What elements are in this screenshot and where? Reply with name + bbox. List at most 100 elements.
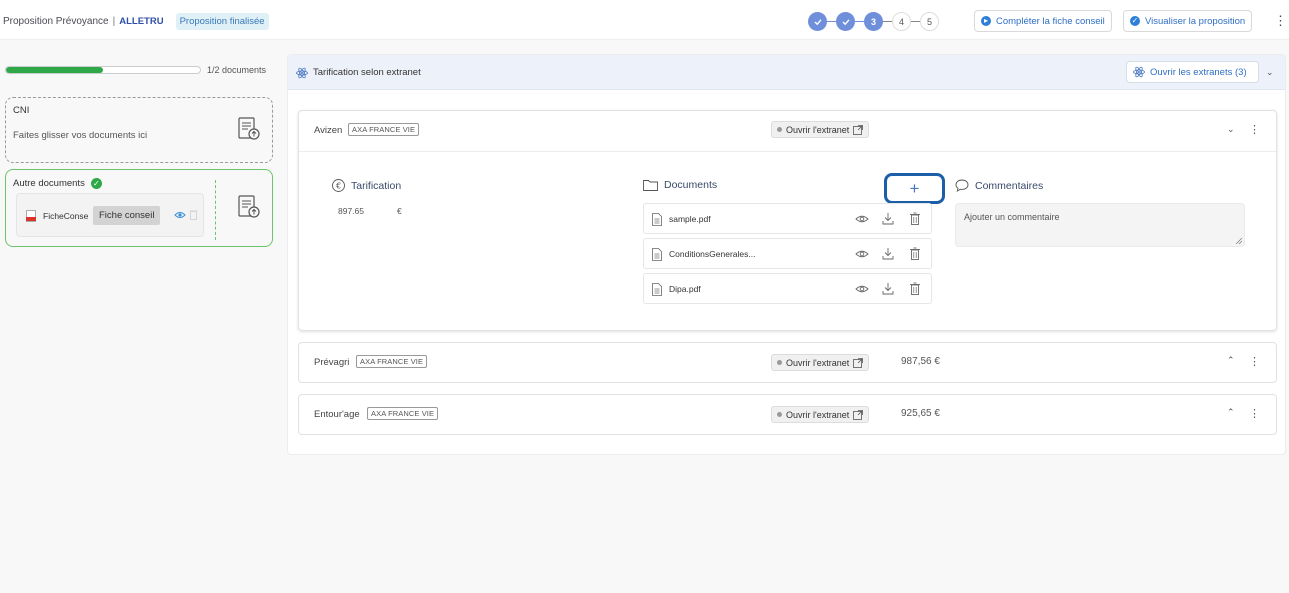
documents-progress: 1/2 documents <box>5 65 266 75</box>
external-link-icon <box>853 409 864 420</box>
open-extranet-label: Ouvrir l'extranet <box>786 357 850 368</box>
status-dot <box>777 412 782 417</box>
complete-fiche-label: Compléter la fiche conseil <box>996 15 1105 27</box>
progress-label: 1/2 documents <box>207 65 267 75</box>
insurer-tag: AXA FRANCE VIE <box>356 355 428 368</box>
page-title: Proposition Prévoyance <box>3 16 109 27</box>
eye-icon[interactable] <box>855 284 869 294</box>
tarification-title: € Tarification <box>332 179 401 192</box>
comment-textarea[interactable]: Ajouter un commentaire <box>955 203 1245 247</box>
file-name: FicheConse <box>43 211 89 221</box>
top-bar: Proposition Prévoyance | ALLETRU Proposi… <box>0 0 1289 40</box>
chevron-down-icon[interactable]: ⌄ <box>1227 124 1235 135</box>
chevron-up-icon[interactable]: ⌃ <box>1227 355 1235 366</box>
comments-label: Commentaires <box>975 179 1044 192</box>
document-row[interactable]: sample.pdf <box>643 203 932 234</box>
step-3[interactable]: 3 <box>864 12 883 31</box>
open-extranet-button[interactable]: Ouvrir l'extranet <box>771 121 870 138</box>
step-5[interactable]: 5 <box>920 12 939 31</box>
check-icon <box>814 18 822 25</box>
comments-title: Commentaires <box>955 179 1043 192</box>
check-circle-icon: ✓ <box>90 178 102 189</box>
trash-icon[interactable] <box>189 209 198 220</box>
plus-circle-icon: ▸ <box>981 16 991 26</box>
status-dot <box>777 127 782 132</box>
panel-title: Tarification selon extranet <box>313 67 421 78</box>
step-connector <box>827 21 836 22</box>
tarification-label: Tarification <box>351 179 402 192</box>
divider <box>215 180 216 240</box>
panel-header: Tarification selon extranet Ouvrir les e… <box>288 55 1285 90</box>
eye-icon[interactable] <box>855 249 869 259</box>
stepper: 3 4 5 <box>808 12 939 31</box>
step-4[interactable]: 4 <box>892 12 911 31</box>
document-row[interactable]: Dipa.pdf <box>643 273 932 304</box>
trash-icon[interactable] <box>910 212 920 225</box>
breadcrumb: Proposition Prévoyance | ALLETRU Proposi… <box>3 13 269 30</box>
tarification-panel: Tarification selon extranet Ouvrir les e… <box>287 54 1286 455</box>
cni-dropzone[interactable]: CNI Faites glisser vos documents ici <box>5 97 273 163</box>
view-proposal-button[interactable]: ✓ Visualiser la proposition <box>1123 10 1253 32</box>
comment-placeholder: Ajouter un commentaire <box>964 212 1060 222</box>
download-icon[interactable] <box>882 212 894 225</box>
comment-icon <box>955 179 969 192</box>
step-connector <box>911 21 920 22</box>
step-1[interactable] <box>808 12 827 31</box>
external-link-icon <box>853 357 864 368</box>
progress-fill <box>6 67 103 73</box>
open-extranets-label: Ouvrir les extranets (3) <box>1150 66 1247 78</box>
insurer-name: Prévagri <box>314 357 350 368</box>
step-connector <box>855 21 864 22</box>
insurer-row-prevagri[interactable]: Prévagri AXA FRANCE VIE Ouvrir l'extrane… <box>298 342 1277 383</box>
document-icon <box>652 248 662 261</box>
client-name[interactable]: ALLETRU <box>119 16 163 27</box>
insurer-tag: AXA FRANCE VIE <box>367 407 439 420</box>
autres-title: Autre documents <box>13 178 85 189</box>
add-document-button[interactable]: + <box>884 173 945 204</box>
document-name: sample.pdf <box>669 214 711 224</box>
step-2[interactable] <box>836 12 855 31</box>
progress-track <box>5 66 201 74</box>
open-extranet-label: Ouvrir l'extranet <box>786 124 850 135</box>
resize-grip-icon[interactable] <box>1236 238 1242 244</box>
chevron-down-icon[interactable]: ⌄ <box>1266 67 1274 78</box>
kebab-icon[interactable]: ⋮ <box>1274 13 1287 29</box>
open-extranet-button[interactable]: Ouvrir l'extranet <box>771 354 870 371</box>
eye-icon[interactable] <box>855 214 869 224</box>
tarification-value: 897.65 <box>338 206 364 216</box>
external-link-icon <box>853 124 864 135</box>
kebab-icon[interactable]: ⋮ <box>1249 407 1260 420</box>
trash-icon[interactable] <box>910 282 920 295</box>
upload-document-icon <box>238 195 260 218</box>
title-separator: | <box>112 16 116 27</box>
atom-icon <box>296 67 308 79</box>
status-dot <box>777 360 782 365</box>
document-row[interactable]: ConditionsGenerales... <box>643 238 932 269</box>
open-extranet-button[interactable]: Ouvrir l'extranet <box>771 406 870 423</box>
open-extranets-button[interactable]: Ouvrir les extranets (3) <box>1126 61 1259 83</box>
uploaded-file[interactable]: FicheConse Fiche conseil <box>16 193 204 237</box>
kebab-icon[interactable]: ⋮ <box>1249 123 1260 136</box>
document-icon <box>652 283 662 296</box>
insurer-name: Avizen <box>314 125 343 136</box>
autres-documents-card[interactable]: Autre documents ✓ FicheConse Fiche conse… <box>5 169 273 247</box>
insurer-row-entourage[interactable]: Entour'age AXA FRANCE VIE Ouvrir l'extra… <box>298 394 1277 435</box>
atom-icon <box>1133 66 1145 78</box>
eye-icon[interactable] <box>174 210 186 220</box>
price: 925,65 € <box>901 408 940 419</box>
status-badge: Proposition finalisée <box>175 13 269 30</box>
document-name: ConditionsGenerales... <box>669 249 756 259</box>
document-icon <box>652 213 662 226</box>
divider <box>299 151 1276 152</box>
check-icon <box>842 18 850 25</box>
download-icon[interactable] <box>882 247 894 260</box>
plus-icon: + <box>909 178 920 198</box>
download-icon[interactable] <box>882 282 894 295</box>
complete-fiche-button[interactable]: ▸ Compléter la fiche conseil <box>974 10 1112 32</box>
kebab-icon[interactable]: ⋮ <box>1249 355 1260 368</box>
trash-icon[interactable] <box>910 247 920 260</box>
chevron-up-icon[interactable]: ⌃ <box>1227 407 1235 418</box>
insurer-name: Entour'age <box>314 409 360 420</box>
svg-text:€: € <box>336 181 341 190</box>
insurer-row-avizen[interactable]: Avizen AXA FRANCE VIE Ouvrir l'extranet … <box>298 110 1277 331</box>
